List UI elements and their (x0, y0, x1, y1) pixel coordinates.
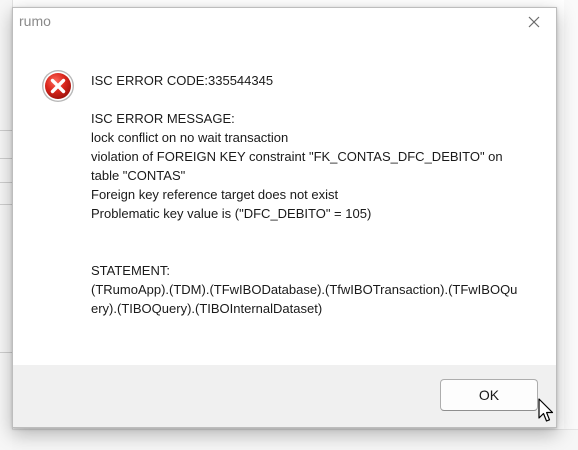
dialog-titlebar: rumo (13, 8, 556, 36)
close-button[interactable] (512, 8, 556, 36)
dialog-title: rumo (19, 13, 51, 29)
mouse-pointer-icon (538, 398, 554, 422)
error-dialog: rumo ISC ERROR CODE:335544345 ISC ERROR … (12, 7, 557, 428)
dialog-button-area: OK (13, 365, 556, 427)
error-message-text: ISC ERROR CODE:335544345 ISC ERROR MESSA… (91, 73, 518, 316)
close-icon (528, 16, 540, 28)
background-divider (0, 158, 12, 159)
background-divider (0, 352, 12, 353)
error-icon (42, 70, 74, 102)
background-divider (0, 130, 12, 131)
background-divider (0, 182, 12, 183)
background-divider (0, 204, 12, 205)
background-status-bar (12, 429, 578, 450)
background-right-panel (564, 0, 578, 450)
ok-button[interactable]: OK (440, 379, 538, 411)
dialog-content: ISC ERROR CODE:335544345 ISC ERROR MESSA… (13, 36, 556, 367)
